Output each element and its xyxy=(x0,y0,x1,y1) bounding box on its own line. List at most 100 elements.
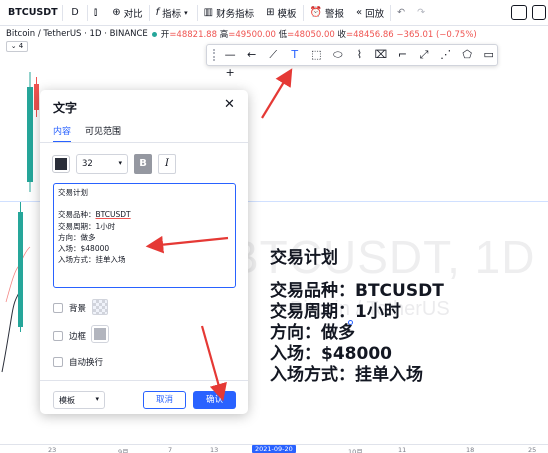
indicators-label: 指标 xyxy=(162,8,182,20)
italic-toggle[interactable]: I xyxy=(158,154,176,174)
financials-button[interactable]: ▥ 财务指标 xyxy=(198,0,260,26)
redo-icon: ↷ xyxy=(417,7,426,18)
templates-button[interactable]: ⊞ 模板 xyxy=(260,0,302,26)
compare-label: 对比 xyxy=(123,8,143,20)
cancel-button[interactable]: 取消 xyxy=(143,391,186,409)
border-color-swatch[interactable] xyxy=(91,325,109,343)
plus-circle-icon: ⊕ xyxy=(112,7,121,18)
time-tick: 10月 xyxy=(348,448,363,453)
drag-handle[interactable] xyxy=(213,49,217,61)
brush-icon[interactable]: ⌇ xyxy=(351,46,368,64)
chart-text-line: 方向：做多 xyxy=(270,323,355,343)
interval-button[interactable]: D xyxy=(63,0,87,26)
grid-icon: ⊞ xyxy=(266,7,275,18)
time-tick: 9月 xyxy=(118,448,129,453)
border-checkbox[interactable] xyxy=(53,331,63,341)
fullscreen-icon[interactable] xyxy=(532,5,546,20)
callout-icon[interactable]: ⌧ xyxy=(373,46,390,64)
alarm-icon: ⏰ xyxy=(309,7,322,18)
divider xyxy=(40,142,248,143)
background-color-swatch[interactable] xyxy=(92,299,108,315)
ellipse-icon[interactable]: ⬭ xyxy=(330,46,347,64)
textarea-line: 交易品种： xyxy=(58,210,96,220)
horizontal-ray-icon[interactable]: ← xyxy=(243,46,260,64)
chart-legend: Bitcoin / TetherUS · 1D · BINANCE 开=4882… xyxy=(6,28,477,40)
text-color-swatch[interactable] xyxy=(52,155,70,173)
chevron-down-icon: ▾ xyxy=(184,8,188,17)
trend-line-icon[interactable]: ⟋ xyxy=(265,46,282,64)
chart-text-annotation[interactable]: 交易计划 交易品种：BTCUSDT 交易周期：1小时 方向：做多 入场：$480… xyxy=(270,248,444,386)
undo-button[interactable]: ↶ xyxy=(391,0,411,26)
comment-icon[interactable]: ▭ xyxy=(480,46,497,64)
textarea-line: 入场：$48000 xyxy=(58,244,110,254)
divider xyxy=(40,380,248,381)
chevron-down-icon: ▾ xyxy=(95,395,99,403)
rectangle-icon[interactable]: ⬚ xyxy=(308,46,325,64)
function-icon: f xyxy=(155,7,160,18)
replay-label: 回放 xyxy=(365,8,385,20)
dialog-tabs: 内容 可见范围 xyxy=(53,124,121,143)
textarea-line: 入场方式：挂单入场 xyxy=(58,255,126,265)
time-tick: 11 xyxy=(398,446,407,453)
textarea-line: 交易周期：1小时 xyxy=(58,221,116,231)
time-tick: 25 xyxy=(528,446,537,453)
wrap-checkbox[interactable] xyxy=(53,357,63,367)
text-content-input[interactable]: 交易计划 交易品种：BTCUSDT 交易周期：1小时 方向：做多 入场：$480… xyxy=(53,183,236,288)
replay-button[interactable]: «回放 xyxy=(350,0,390,26)
background-label: 背景 xyxy=(69,304,87,314)
chart-text-line: 交易周期：1小时 xyxy=(270,302,401,322)
legend-collapse-button[interactable]: ⌄ 4 xyxy=(6,41,28,52)
font-size-select[interactable]: 32 ▾ xyxy=(76,154,128,174)
chart-text-blank xyxy=(270,269,444,281)
shapes-icon[interactable]: ⬠ xyxy=(459,46,476,64)
market-open-dot xyxy=(151,31,157,37)
text-settings-dialog: 文字 ✕ 内容 可见范围 32 ▾ B I 交易计划 交易品种：BTCUSDT … xyxy=(40,90,248,414)
border-option[interactable]: 边框 xyxy=(53,330,86,342)
indicators-button[interactable]: f 指标 ▾ xyxy=(150,0,197,26)
tab-content[interactable]: 内容 xyxy=(53,124,72,143)
textarea-line: 交易计划 xyxy=(58,188,88,197)
candles-icon: ⫾ xyxy=(94,7,98,18)
chart-text-line: 入场方式：挂单入场 xyxy=(270,365,423,385)
drawing-toolbar: —+ ← ⟋ T ⬚ ⬭ ⌇ ⌧ ⌐ ⤢ ⋰ ⬠ ▭ xyxy=(206,44,498,79)
redo-button[interactable]: ↷ xyxy=(411,0,431,26)
background-option[interactable]: 背景 xyxy=(53,302,86,314)
bars-icon: ▥ xyxy=(203,7,214,18)
ray-icon[interactable]: ⤢ xyxy=(416,46,433,64)
layout-icon[interactable] xyxy=(511,5,527,20)
rewind-icon: « xyxy=(356,7,363,18)
alert-button[interactable]: ⏰ 警报 xyxy=(304,0,350,26)
financials-label: 财务指标 xyxy=(216,8,255,20)
textarea-line: BTCUSDT xyxy=(95,210,131,220)
time-tick: 13 xyxy=(210,446,219,453)
compare-button[interactable]: ⊕ 对比 xyxy=(106,0,148,26)
wrap-option[interactable]: 自动换行 xyxy=(53,356,103,368)
background-checkbox[interactable] xyxy=(53,303,63,313)
border-label: 边框 xyxy=(69,332,87,342)
time-tick: 2021-09-20 xyxy=(252,445,296,453)
text-tool-icon[interactable]: T xyxy=(286,46,303,64)
template-select[interactable]: 模板 ▾ xyxy=(53,391,105,409)
path-icon[interactable]: ⋰ xyxy=(437,46,454,64)
note-icon[interactable]: ⌐ xyxy=(394,46,411,64)
template-label: 模板 xyxy=(59,396,75,405)
chart-style-button[interactable]: ⫾ xyxy=(88,0,106,26)
time-tick: 7 xyxy=(168,446,173,453)
templates-label: 模板 xyxy=(277,8,297,20)
wrap-label: 自动换行 xyxy=(69,358,104,368)
time-tick: 23 xyxy=(48,446,57,453)
chart-text-line: 入场：$48000 xyxy=(270,344,392,364)
pair-title: Bitcoin / TetherUS · 1D · BINANCE xyxy=(6,29,148,39)
chevron-down-icon: ▾ xyxy=(118,159,122,167)
confirm-button[interactable]: 确认 xyxy=(193,391,236,409)
ohlc-values: 开=48821.88 高=49500.00 低=48050.00 收=48456… xyxy=(160,30,477,40)
text-anchor-handle[interactable] xyxy=(348,320,353,325)
bold-toggle[interactable]: B xyxy=(134,154,152,174)
textarea-line: 方向：做多 xyxy=(58,232,96,242)
top-toolbar: BTCUSDT D ⫾ ⊕ 对比 f 指标 ▾ ▥ 财务指标 ⊞ 模板 ⏰ 警报 «回放 ↶… xyxy=(0,0,548,26)
horizontal-line-icon[interactable]: —+ xyxy=(222,46,239,79)
undo-icon: ↶ xyxy=(397,7,406,18)
tab-visibility[interactable]: 可见范围 xyxy=(85,124,121,143)
symbol-search[interactable]: BTCUSDT xyxy=(0,0,62,26)
close-icon[interactable]: ✕ xyxy=(224,97,235,112)
